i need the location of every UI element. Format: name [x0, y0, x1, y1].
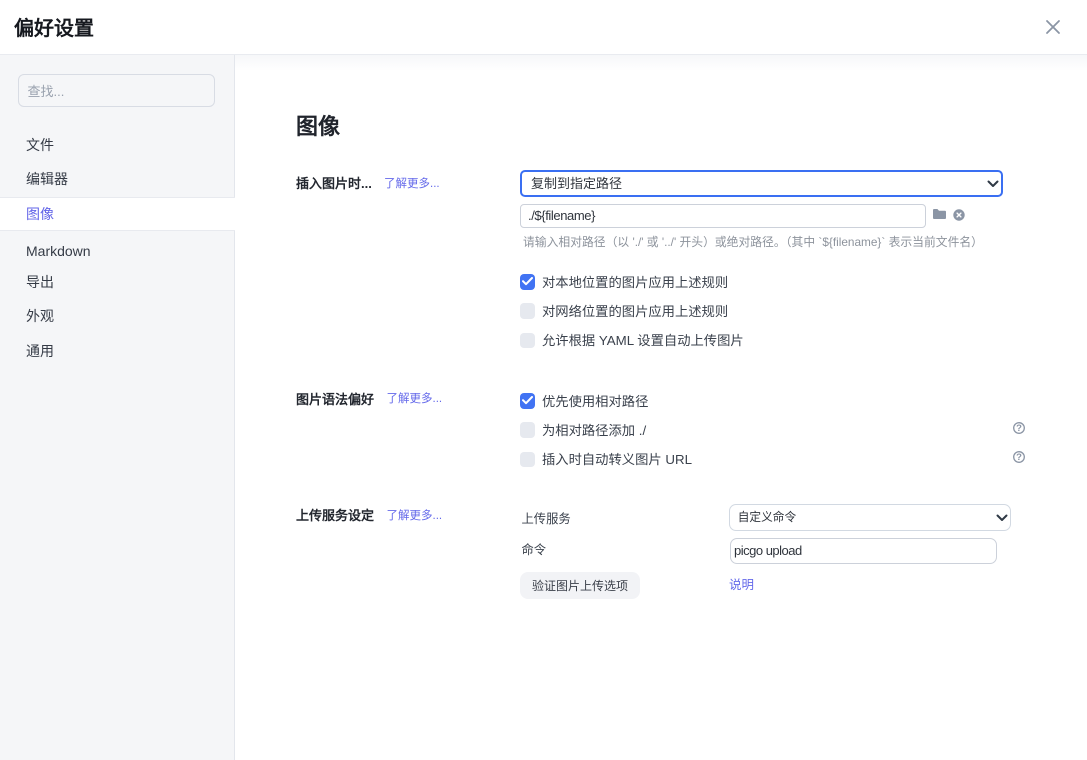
svg-text:?: ?	[1016, 423, 1022, 434]
svg-text:?: ?	[1016, 452, 1022, 463]
